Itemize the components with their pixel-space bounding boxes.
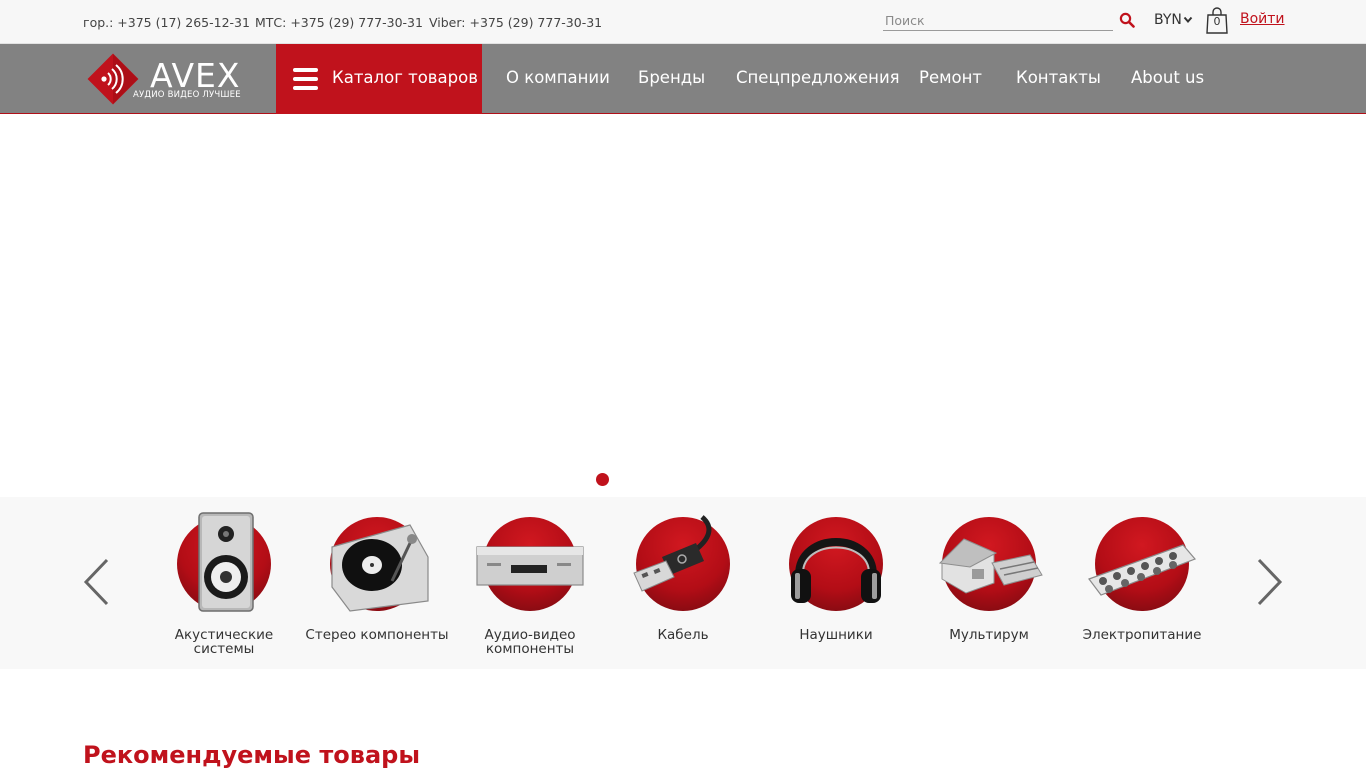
av-receiver-icon [476, 546, 584, 586]
search-button[interactable] [1119, 12, 1137, 30]
phone-city[interactable]: гор.: +375 (17) 265-12-31 [83, 15, 250, 30]
logo-tagline: АУДИО ВИДЕО ЛУЧШЕЕ [133, 90, 241, 100]
nav-item-about-company[interactable]: О компании [506, 68, 610, 87]
category-label: Стерео компоненты [305, 627, 449, 643]
category-label: Акустические системы [174, 627, 274, 657]
multiroom-house-icon [938, 538, 1043, 594]
currency-value: BYN [1154, 12, 1182, 28]
category-stereo-components[interactable]: Стерео компоненты [302, 497, 452, 669]
recommended-products-title: Рекомендуемые товары [83, 741, 421, 769]
carousel-next-button[interactable] [1254, 557, 1284, 607]
category-label: Мультирум [949, 627, 1029, 643]
nav-item-brands[interactable]: Бренды [638, 68, 705, 87]
carousel-prev-button[interactable] [82, 557, 112, 607]
category-label: Электропитание [1082, 627, 1202, 643]
nav-item-repair[interactable]: Ремонт [919, 68, 982, 87]
logo[interactable]: AVEX АУДИО ВИДЕО ЛУЧШЕЕ [86, 52, 246, 106]
headphones-icon [791, 538, 881, 603]
nav-item-special-offers[interactable]: Спецпредложения [736, 68, 900, 87]
catalog-button[interactable]: Каталог товаров [276, 44, 482, 114]
category-power-supply[interactable]: Электропитание [1067, 497, 1217, 669]
category-image [476, 517, 584, 611]
chevron-right-icon [1257, 558, 1283, 606]
category-label: Аудио-видео компоненты [484, 627, 576, 657]
category-label: Наушники [799, 627, 873, 643]
currency-select[interactable]: BYN [1154, 12, 1193, 28]
main-nav: AVEX АУДИО ВИДЕО ЛУЧШЕЕ Каталог товаров … [0, 44, 1366, 114]
login-link[interactable]: Войти [1240, 11, 1285, 27]
chevron-down-icon [1183, 16, 1193, 24]
category-av-components[interactable]: Аудио-видео компоненты [455, 497, 605, 669]
turntable-icon [331, 524, 429, 612]
category-image [177, 512, 271, 612]
category-image [633, 515, 730, 611]
nav-item-contacts[interactable]: Контакты [1016, 68, 1101, 87]
usb-cable-icon [633, 515, 712, 592]
category-image [330, 517, 429, 612]
category-cable[interactable]: Кабель [608, 497, 758, 669]
category-multiroom[interactable]: Мультирум [914, 497, 1064, 669]
category-carousel: Акустические системы Стерео компоненты А… [0, 497, 1366, 669]
catalog-label: Каталог товаров [332, 68, 478, 87]
category-image [1088, 517, 1197, 611]
category-image [938, 517, 1043, 611]
category-image [789, 517, 883, 611]
nav-item-about-us[interactable]: About us [1131, 68, 1204, 87]
hamburger-icon [293, 68, 318, 90]
avex-logo-icon [87, 53, 139, 105]
phone-viber[interactable]: Viber: +375 (29) 777-30-31 [429, 15, 602, 30]
power-strip-icon [1088, 544, 1197, 596]
search-icon [1119, 12, 1135, 28]
slider-dot[interactable] [596, 473, 609, 486]
top-bar: гор.: +375 (17) 265-12-31 МТС: +375 (29)… [0, 0, 1366, 44]
category-headphones[interactable]: Наушники [761, 497, 911, 669]
category-acoustic-systems[interactable]: Акустические системы [149, 497, 299, 669]
category-label: Кабель [657, 627, 709, 643]
search-input[interactable] [883, 10, 1113, 31]
chevron-left-icon [83, 558, 109, 606]
phone-mts[interactable]: МТС: +375 (29) 777-30-31 [255, 15, 423, 30]
speaker-icon [198, 512, 254, 612]
cart-button[interactable]: 0 [1205, 7, 1229, 35]
search-field [883, 10, 1113, 31]
cart-count: 0 [1213, 15, 1221, 28]
